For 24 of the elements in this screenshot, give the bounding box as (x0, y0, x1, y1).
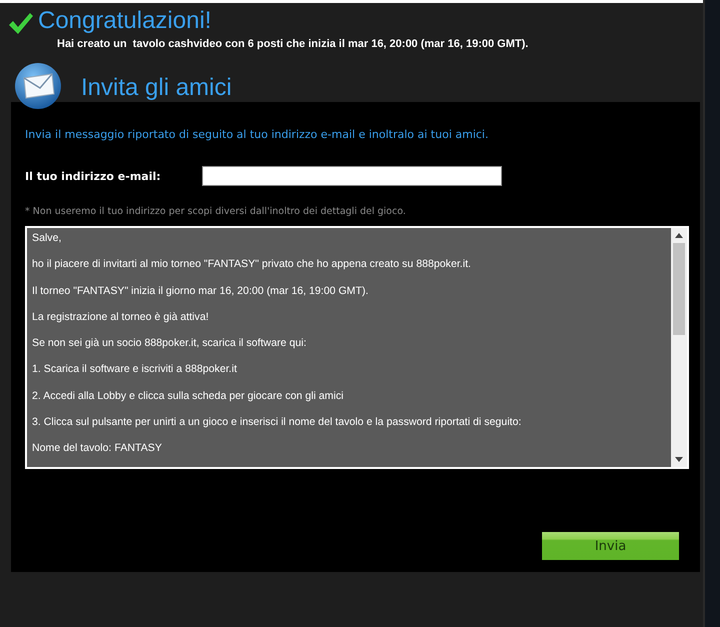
message-line: La registrazione al torneo è già attiva! (32, 310, 210, 325)
scroll-down-icon[interactable] (675, 457, 683, 462)
message-line: 3. Clicca sul pulsante per unirti a un gioco e inserisci il nome del tavolo e la password riportati di seguito: (32, 416, 522, 430)
scrollbar-thumb[interactable] (673, 243, 685, 335)
message-line: Nome del tavolo: FANTASY (32, 442, 163, 456)
message-line: 1. Scarica il software e iscriviti a 888poker.it (32, 363, 238, 378)
email-field[interactable] (202, 166, 502, 186)
scroll-up-icon[interactable] (675, 233, 683, 238)
confirmation-message: Hai creato un tavolo cashvideo con 6 posti che inizia il mar 16, 20:00 (mar 16, 19:00 GMT). (56, 37, 530, 50)
section-title: Invita gli amici (81, 76, 232, 100)
page-title: Congratulazioni! (38, 7, 212, 35)
message-line: 2. Accedi alla Lobby e clicca sulla scheda per giocare con gli amici (32, 390, 345, 404)
message-line: Se non sei già un socio 888poker.it, scarica il software qui: (32, 337, 308, 352)
instructions-text: Invia il messaggio riportato di seguito al tuo indirizzo e-mail e inoltralo ai tuoi amici. (25, 128, 490, 141)
send-button[interactable]: Invia (542, 532, 679, 560)
message-line: Salve, (32, 232, 62, 246)
message-line: ho il piacere di invitarti al mio torneo "FANTASY" privato che ho appena creato su 888poker.it. (32, 258, 472, 272)
message-line: Il torneo "FANTASY" inizia il giorno mar 16, 20:00 (mar 16, 19:00 GMT). (32, 284, 370, 299)
scrollbar[interactable] (671, 228, 687, 467)
email-label: Il tuo indirizzo e-mail: (25, 170, 162, 182)
checkmark-icon (8, 12, 34, 36)
privacy-note: * Non useremo il tuo indirizzo per scopi diversi dall'inoltro dei dettagli del gioco. (25, 206, 407, 217)
envelope-icon (14, 62, 62, 110)
message-box[interactable] (25, 226, 689, 469)
